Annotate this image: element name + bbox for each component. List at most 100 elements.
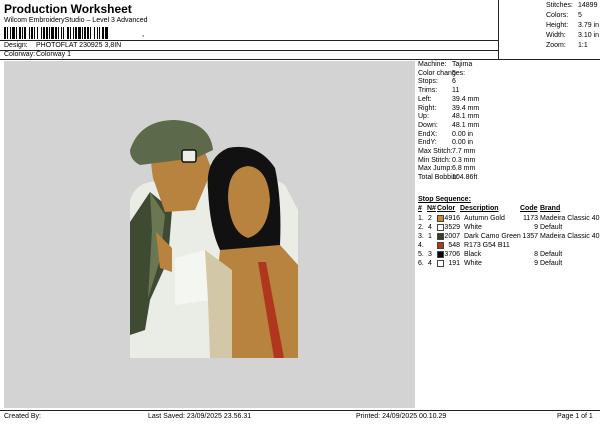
barcode-bar <box>55 27 57 39</box>
design-preview[interactable] <box>4 61 415 408</box>
machine-info-label: Right: <box>418 104 437 112</box>
machine-info-label: Trims: <box>418 87 438 95</box>
seq-code: 1173 <box>522 215 538 222</box>
seq-thread-number: 4916 <box>444 215 460 222</box>
colors-label: Colors: <box>546 12 569 19</box>
barcode-bar <box>94 27 95 39</box>
barcode-bar <box>99 27 100 39</box>
barcode-bar <box>75 27 77 39</box>
barcode-bar <box>84 27 86 39</box>
stats-box: Stitches: 14899 Colors: 5 Height: 3.79 i… <box>498 0 600 50</box>
colorway-label: Colorway: <box>4 51 36 58</box>
seq-brand: Default <box>540 251 563 258</box>
seq-code: 9 <box>534 224 538 231</box>
machine-info-label: Machine: <box>418 61 447 68</box>
seq-index: 6. <box>418 260 424 267</box>
col-color: Color <box>437 205 456 212</box>
seq-brand: Madeira Classic 40 <box>540 215 600 222</box>
barcode-bar <box>46 27 48 39</box>
stop-sequence-row: 2. 4 3529 White 9 Default <box>416 224 600 233</box>
barcode-bar <box>4 27 6 39</box>
barcode-bar <box>58 27 59 39</box>
barcode-bar <box>24 27 26 39</box>
seq-needle: 4 <box>428 224 432 231</box>
barcode-bar <box>12 27 15 39</box>
thread-color-swatch <box>437 233 444 240</box>
seq-description: R173 G54 B11 <box>464 242 510 249</box>
divider <box>0 50 498 51</box>
machine-info-value: 104.86ft <box>452 174 478 182</box>
colorway-value: Colorway 1 <box>36 51 72 58</box>
created-by: Created By: <box>4 413 41 420</box>
col-description: Description <box>460 205 499 212</box>
machine-info-value: 48.1 mm <box>452 121 480 129</box>
seq-needle: 4 <box>428 260 432 267</box>
page-title: Production Worksheet <box>4 2 132 16</box>
machine-info-value: 0.00 in <box>452 139 474 147</box>
seq-brand: Madeira Classic 40 <box>540 233 600 240</box>
barcode-bar <box>49 27 50 39</box>
software-subtitle: Wilcom EmbroideryStudio – Level 3 Advanc… <box>4 17 148 24</box>
barcode-bar <box>73 27 74 39</box>
seq-description: Autumn Gold <box>464 215 505 222</box>
barcode-bar <box>87 27 89 39</box>
barcode-bar <box>61 27 62 39</box>
barcode-bar <box>43 27 45 39</box>
stop-sequence-row: 1. 2 4916 Autumn Gold 1173 Madeira Classic 40 <box>416 215 600 224</box>
barcode-bar <box>16 27 17 39</box>
seq-thread-number: 191 <box>448 260 460 267</box>
barcode-bar <box>29 27 30 39</box>
barcode-text: , <box>142 29 145 38</box>
stop-sequence-row: 3. 1 2007 Dark Camo Green 1357 Madeira Classi… <box>416 233 600 242</box>
thread-color-swatch <box>437 215 444 222</box>
seq-description: Dark Camo Green <box>464 233 521 240</box>
col-n: N# <box>427 205 436 212</box>
barcode-bar <box>37 27 38 39</box>
machine-info-value: 48.1 mm <box>452 113 480 121</box>
seq-thread-number: 3529 <box>444 224 460 231</box>
thread-color-swatch <box>437 251 444 258</box>
height-value: 3.79 in <box>578 22 600 29</box>
stop-sequence-title: Stop Sequence: <box>418 196 471 203</box>
stitches-value: 14899 <box>578 2 598 9</box>
barcode-bar <box>78 27 81 39</box>
barcode-bar <box>102 27 104 39</box>
seq-index: 5. <box>418 251 424 258</box>
barcode-bar <box>41 27 42 39</box>
machine-info-label: Down: <box>418 121 438 129</box>
barcode-bar <box>31 27 33 39</box>
seq-index: 3. <box>418 233 424 240</box>
seq-code: 1357 <box>522 233 538 240</box>
col-hash: # <box>418 205 422 212</box>
seq-description: White <box>464 260 482 267</box>
machine-info-value: 6.8 mm <box>452 165 476 173</box>
last-saved: Last Saved: 23/09/2025 23.56.31 <box>148 413 252 420</box>
machine-info-label: Up: <box>418 113 429 121</box>
barcode-bar <box>105 27 108 39</box>
machine-info-value: Tajima <box>452 61 473 68</box>
barcode-bar <box>10 27 11 39</box>
barcode-bar <box>82 27 83 39</box>
barcode-bar <box>19 27 21 39</box>
seq-needle: 2 <box>428 215 432 222</box>
divider <box>0 59 600 60</box>
seq-brand: Default <box>540 224 563 231</box>
thread-color-swatch <box>437 224 444 231</box>
machine-info-label: Left: <box>418 95 432 103</box>
width-value: 3.10 in <box>578 32 600 39</box>
thread-color-swatch <box>437 242 444 249</box>
machine-info-label: EndY: <box>418 139 437 147</box>
barcode-bar <box>7 27 8 39</box>
page-number: Page 1 of 1 <box>557 413 593 420</box>
machine-info-label: EndX: <box>418 130 438 138</box>
barcode-bar <box>51 27 54 39</box>
machine-info-value: 5 <box>452 69 456 77</box>
design-value: PHOTOFLAT 230925 3,8IN <box>36 42 122 49</box>
machine-info-label: Max Stitch: <box>418 148 453 155</box>
machine-info-value: 6 <box>452 78 456 86</box>
seq-needle: 1 <box>428 233 432 240</box>
seq-thread-number: 548 <box>448 242 460 249</box>
seq-brand: Default <box>540 260 563 267</box>
col-brand: Brand <box>540 205 561 212</box>
machine-info-value: 0.00 in <box>452 130 474 138</box>
